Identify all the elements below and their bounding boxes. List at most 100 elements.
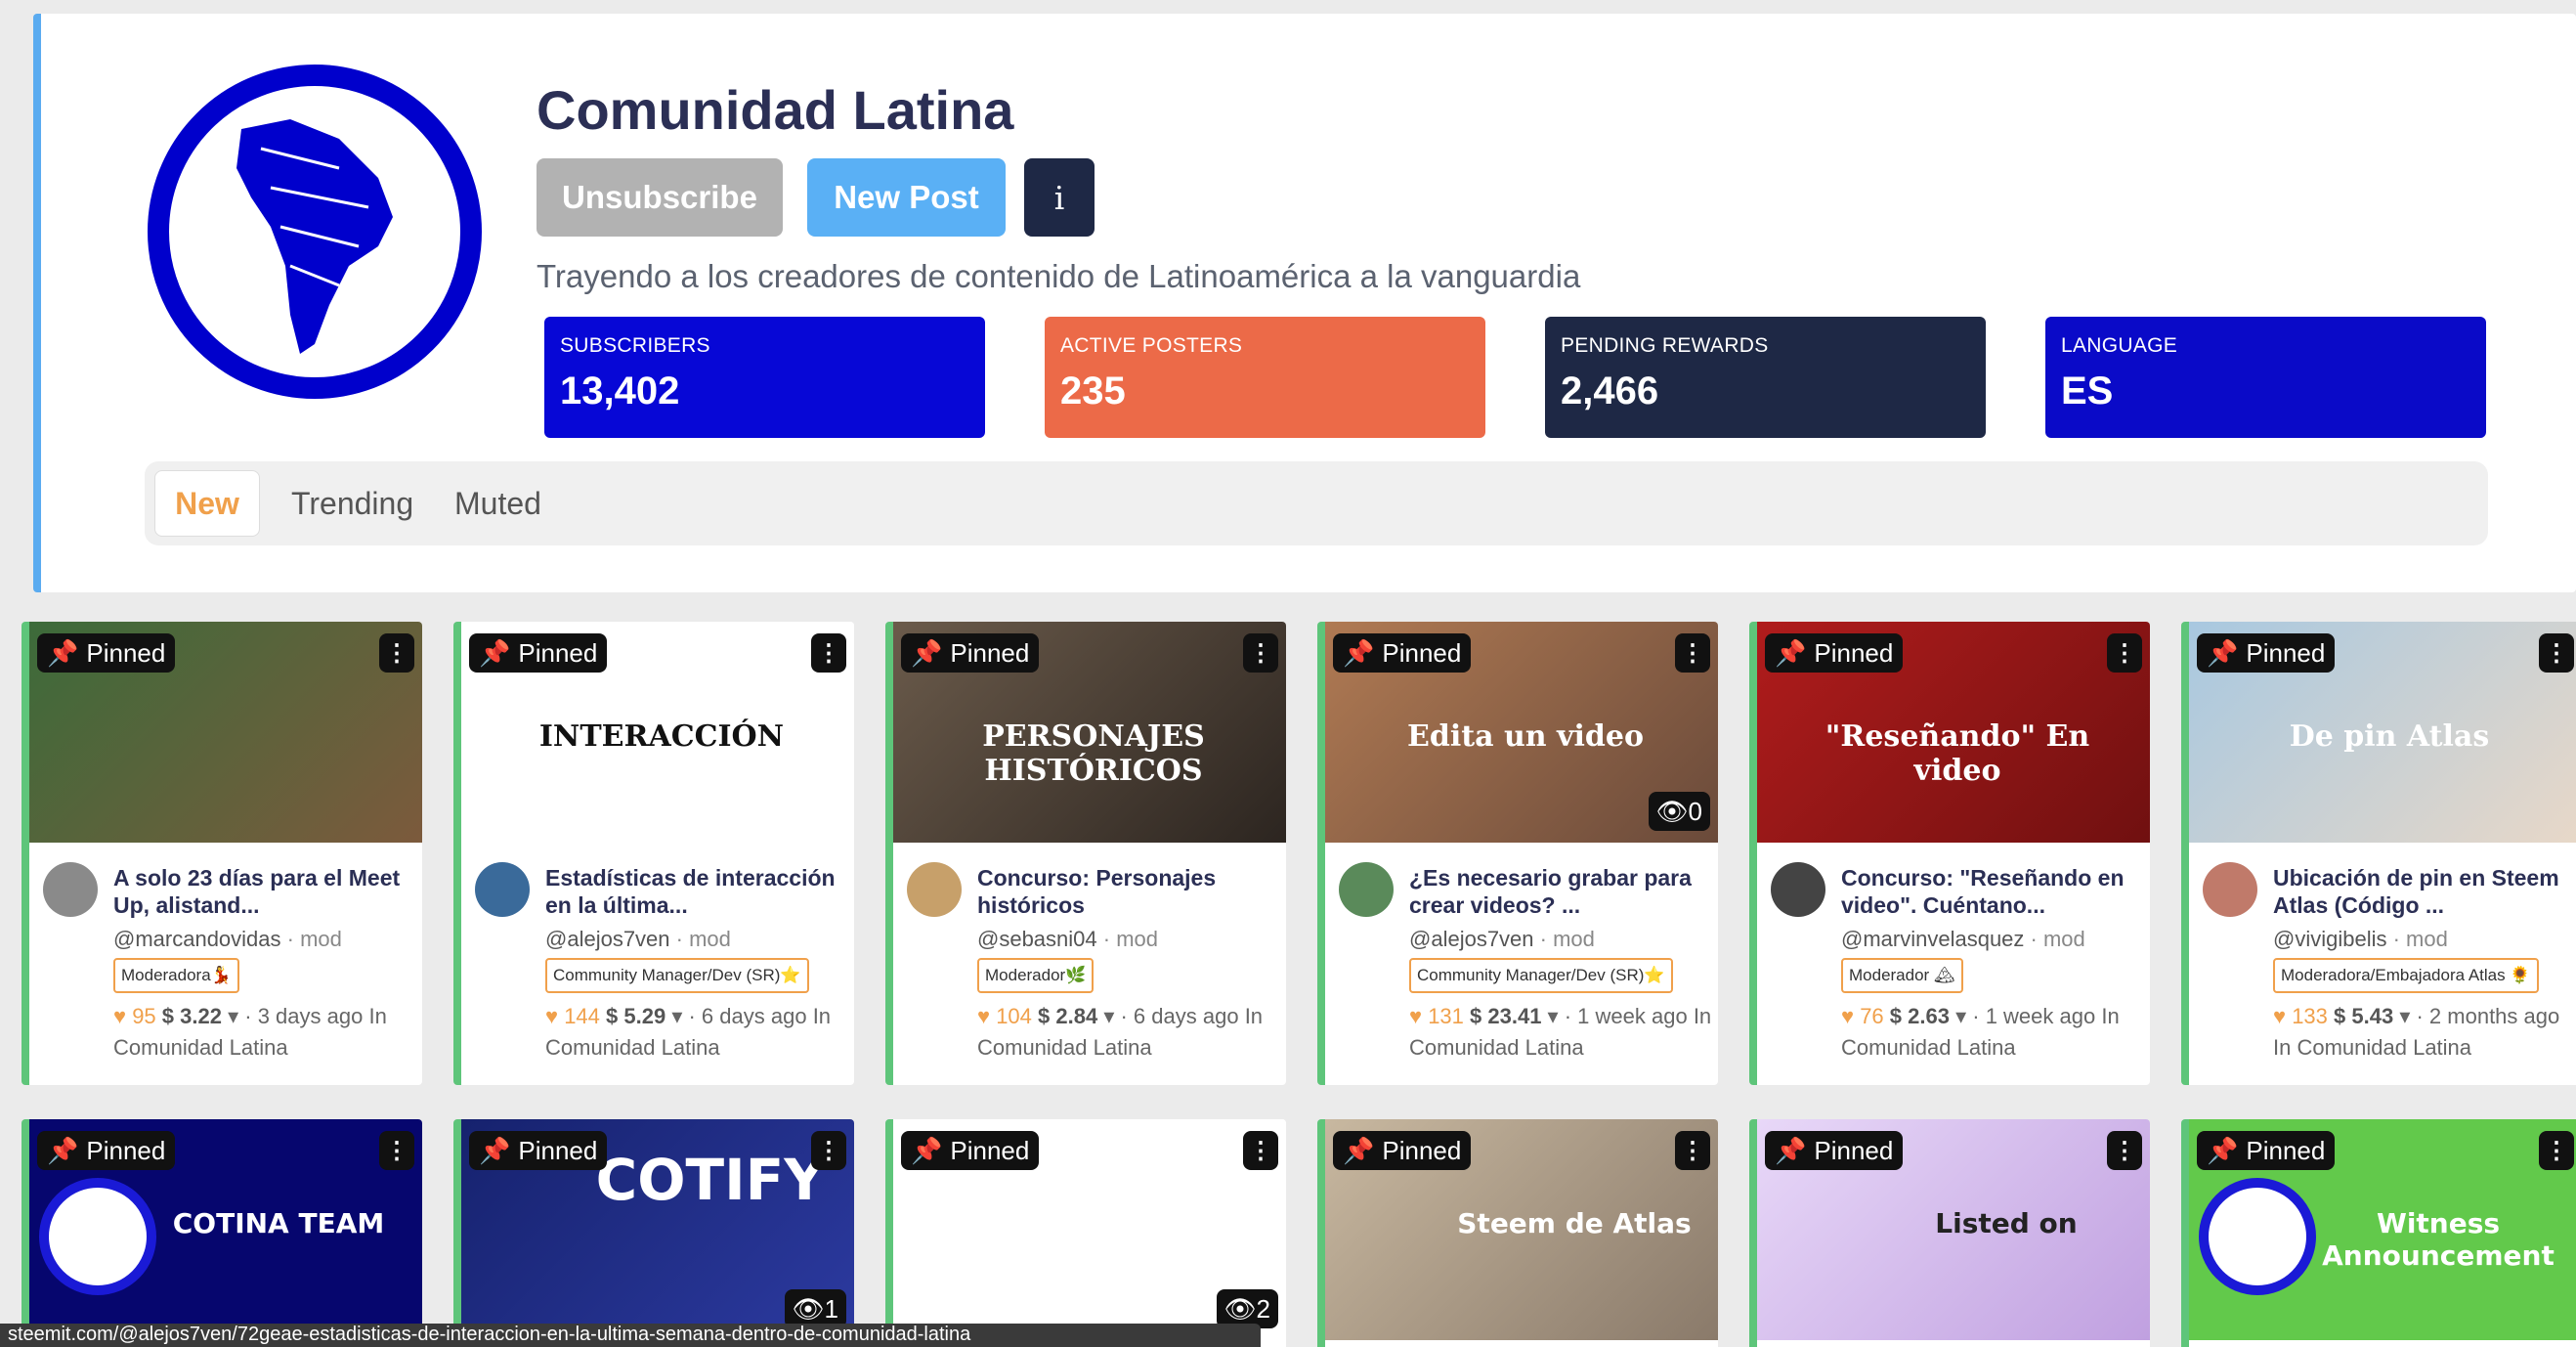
post-card[interactable]: "Reseñando" En video 📌 Pinned ⋮ Concurso: "R… [1749, 622, 2150, 1085]
view-count: 👁 2 [1216, 1289, 1278, 1328]
pin-icon: 📌 [47, 637, 79, 668]
thumbnail-text: INTERACCIÓN [538, 719, 785, 754]
chevron-down-icon[interactable]: ▾ · [2393, 1004, 2429, 1028]
info-button[interactable]: i [1024, 158, 1095, 237]
payout-value[interactable]: $ 3.22 [162, 1004, 222, 1028]
post-thumbnail[interactable]: De pin Atlas 📌 Pinned ⋮ [2189, 622, 2576, 843]
vote-count: 133 [2292, 1004, 2328, 1028]
thumbnail-text: Witness Announcement [2322, 1207, 2555, 1272]
pin-icon: 📌 [2207, 1135, 2239, 1165]
post-card[interactable]: Edita un video 📌 Pinned ⋮ 👁 0 ¿Es necesario g… [1317, 622, 1718, 1085]
pinned-label: Pinned [1382, 1135, 1462, 1165]
post-card[interactable]: COTINA TEAM 📌 Pinned ⋮ [21, 1119, 422, 1347]
chevron-down-icon[interactable]: ▾ · [1950, 1004, 1986, 1028]
post-card[interactable]: Steem de Atlas 📌 Pinned ⋮ [1317, 1119, 1718, 1347]
post-title[interactable]: Concurso: Personajes históricos [977, 864, 1280, 919]
post-thumbnail[interactable]: 📌 Pinned ⋮ 👁 2 [893, 1119, 1286, 1340]
tab-trending[interactable]: Trending [291, 470, 413, 537]
more-options-icon[interactable]: ⋮ [2539, 1131, 2574, 1170]
author-name[interactable]: @alejos7ven [545, 927, 670, 951]
more-options-icon[interactable]: ⋮ [2539, 633, 2574, 673]
avatar[interactable] [1771, 862, 1825, 917]
author-name[interactable]: @sebasni04 [977, 927, 1097, 951]
new-post-button[interactable]: New Post [807, 158, 1006, 237]
tab-muted[interactable]: Muted [454, 470, 541, 537]
chevron-down-icon[interactable]: ▾ · [1097, 1004, 1134, 1028]
more-options-icon[interactable]: ⋮ [2107, 633, 2142, 673]
chevron-down-icon[interactable]: ▾ · [222, 1004, 258, 1028]
pinned-badge: 📌 Pinned [2197, 633, 2336, 673]
post-meta: ♥ 131 $ 23.41 ▾ · 1 week ago In Comunida… [1409, 1001, 1718, 1064]
pin-icon: 📌 [479, 1135, 511, 1165]
post-thumbnail[interactable]: INTERACCIÓN 📌 Pinned ⋮ [461, 622, 854, 843]
post-thumbnail[interactable]: Witness Announcement 📌 Pinned ⋮ [2189, 1119, 2576, 1340]
more-options-icon[interactable]: ⋮ [811, 633, 846, 673]
avatar[interactable] [43, 862, 98, 917]
more-options-icon[interactable]: ⋮ [2107, 1131, 2142, 1170]
more-options-icon[interactable]: ⋮ [379, 1131, 414, 1170]
pin-icon: 📌 [1775, 637, 1807, 668]
pin-icon: 📌 [1343, 1135, 1375, 1165]
payout-value[interactable]: $ 23.41 [1470, 1004, 1541, 1028]
post-card[interactable]: INTERACCIÓN 📌 Pinned ⋮ Estadísticas de inter… [453, 622, 854, 1085]
post-thumbnail[interactable]: Edita un video 📌 Pinned ⋮ 👁 0 [1325, 622, 1718, 843]
post-card[interactable]: Listed on 📌 Pinned ⋮ [1749, 1119, 2150, 1347]
post-title[interactable]: Concurso: "Reseñando en video". Cuéntano… [1841, 864, 2144, 919]
post-card[interactable]: De pin Atlas 📌 Pinned ⋮ Ubicación de pin en … [2181, 622, 2576, 1085]
author-name[interactable]: @marvinvelasquez [1841, 927, 2024, 951]
payout-value[interactable]: $ 2.63 [1890, 1004, 1950, 1028]
post-thumbnail[interactable]: COTINA TEAM 📌 Pinned ⋮ [29, 1119, 422, 1340]
author-name[interactable]: @vivigibelis [2273, 927, 2386, 951]
post-title[interactable]: A solo 23 días para el Meet Up, alistand… [113, 864, 416, 919]
heart-icon[interactable]: ♥ [977, 1004, 996, 1028]
post-thumbnail[interactable]: Steem de Atlas 📌 Pinned ⋮ [1325, 1119, 1718, 1340]
more-options-icon[interactable]: ⋮ [811, 1131, 846, 1170]
post-thumbnail[interactable]: "Reseñando" En video 📌 Pinned ⋮ [1757, 622, 2150, 843]
avatar[interactable] [907, 862, 962, 917]
pinned-label: Pinned [1814, 637, 1894, 668]
post-meta: ♥ 144 $ 5.29 ▾ · 6 days ago In Comunidad… [545, 1001, 854, 1064]
avatar[interactable] [2203, 862, 2257, 917]
more-options-icon[interactable]: ⋮ [379, 633, 414, 673]
pin-icon: 📌 [911, 1135, 943, 1165]
post-thumbnail[interactable]: Listed on 📌 Pinned ⋮ [1757, 1119, 2150, 1340]
avatar[interactable] [475, 862, 530, 917]
heart-icon[interactable]: ♥ [113, 1004, 132, 1028]
stat-label: ACTIVE POSTERS [1060, 334, 1243, 357]
tab-new[interactable]: New [154, 470, 260, 537]
payout-value[interactable]: $ 2.84 [1038, 1004, 1097, 1028]
more-options-icon[interactable]: ⋮ [1243, 1131, 1278, 1170]
post-card[interactable]: 📌 Pinned ⋮ 👁 2 [885, 1119, 1286, 1347]
heart-icon[interactable]: ♥ [545, 1004, 564, 1028]
post-title[interactable]: Estadísticas de interacción en la última… [545, 864, 848, 919]
post-thumbnail[interactable]: PERSONAJES HISTÓRICOS 📌 Pinned ⋮ [893, 622, 1286, 843]
more-options-icon[interactable]: ⋮ [1243, 633, 1278, 673]
heart-icon[interactable]: ♥ [1841, 1004, 1860, 1028]
post-card[interactable]: COTIFY 📌 Pinned ⋮ 👁 1 [453, 1119, 854, 1347]
heart-icon[interactable]: ♥ [2273, 1004, 2292, 1028]
author-name[interactable]: @alejos7ven [1409, 927, 1534, 951]
heart-icon[interactable]: ♥ [1409, 1004, 1428, 1028]
author-separator: · [2386, 927, 2407, 951]
post-thumbnail[interactable]: 📌 Pinned ⋮ [29, 622, 422, 843]
payout-value[interactable]: $ 5.29 [606, 1004, 665, 1028]
community-logo-icon [2199, 1178, 2316, 1295]
avatar[interactable] [1339, 862, 1394, 917]
author-name[interactable]: @marcandovidas [113, 927, 281, 951]
role-badge: Moderador 🏔 [1841, 958, 1963, 993]
post-card[interactable]: Witness Announcement 📌 Pinned ⋮ [2181, 1119, 2576, 1347]
stat-pending-rewards: PENDING REWARDS 2,466 [1545, 317, 1986, 438]
chevron-down-icon[interactable]: ▾ · [665, 1004, 702, 1028]
post-card[interactable]: 📌 Pinned ⋮ A solo 23 días para el Meet Up, … [21, 622, 422, 1085]
pinned-badge: 📌 Pinned [2197, 1131, 2336, 1170]
post-card[interactable]: PERSONAJES HISTÓRICOS 📌 Pinned ⋮ Concurso: P… [885, 622, 1286, 1085]
post-title[interactable]: Ubicación de pin en Steem Atlas (Código … [2273, 864, 2576, 919]
more-options-icon[interactable]: ⋮ [1675, 1131, 1710, 1170]
post-community[interactable]: In Comunidad Latina [2273, 1035, 2471, 1060]
chevron-down-icon[interactable]: ▾ · [1541, 1004, 1577, 1028]
unsubscribe-button[interactable]: Unsubscribe [537, 158, 783, 237]
more-options-icon[interactable]: ⋮ [1675, 633, 1710, 673]
payout-value[interactable]: $ 5.43 [2334, 1004, 2393, 1028]
post-thumbnail[interactable]: COTIFY 📌 Pinned ⋮ 👁 1 [461, 1119, 854, 1340]
post-title[interactable]: ¿Es necesario grabar para crear videos? … [1409, 864, 1712, 919]
